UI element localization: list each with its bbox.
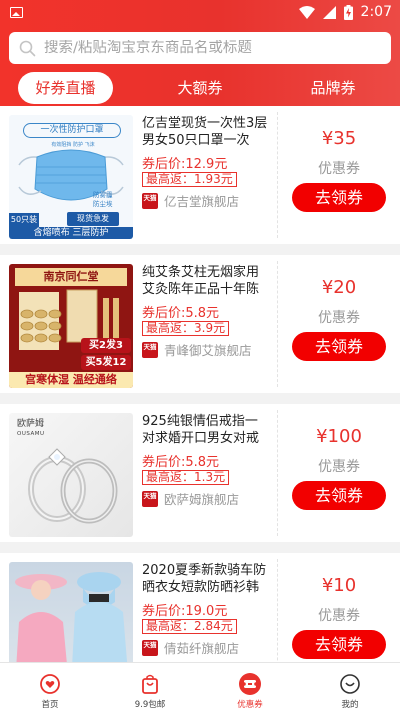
thumb-tag-antidust: 防尘埃 <box>93 200 113 208</box>
product-image: 南京同仁堂 买2发3 买5发12 宫寒体湿 温经通络 <box>9 264 133 388</box>
battery-charging-icon <box>343 4 353 20</box>
gallery-notification-icon <box>10 6 23 18</box>
nav-home[interactable]: 首页 <box>0 663 100 711</box>
coupon-label: 优惠券 <box>318 608 360 624</box>
tab-brand-coupon[interactable]: 品牌券 <box>283 72 383 104</box>
thumb-banner: 一次性防护口罩 <box>23 123 121 138</box>
tmall-icon: 天猫 <box>142 192 158 209</box>
coupon-label: 优惠券 <box>318 161 360 177</box>
shop-name: 青峰御艾旗舰店 <box>164 343 252 358</box>
nav-home-label: 首页 <box>41 700 59 710</box>
wifi-icon <box>298 5 315 19</box>
tab-hot-live[interactable]: 好券直播 <box>18 72 113 104</box>
search-bar[interactable] <box>9 32 391 64</box>
coupon-label: 优惠券 <box>318 459 360 475</box>
product-card[interactable]: 欧萨姆 OUSAMU 925纯银情侣戒指一对求婚开口男女对戒日... 券后价:5… <box>0 404 400 542</box>
promo-badge-1: 买2发3 <box>81 338 131 353</box>
coupon-price: 券后价:5.8元 <box>142 306 220 321</box>
coupon-amount: ¥10 <box>321 575 357 596</box>
product-card[interactable]: 南京同仁堂 买2发3 买5发12 宫寒体湿 温经通络 纯艾条艾柱无烟家用艾灸陈年… <box>0 255 400 393</box>
tmall-icon: 天猫 <box>142 341 158 358</box>
status-bar: 2:07 <box>0 0 400 24</box>
get-coupon-button[interactable]: 去领券 <box>292 630 386 659</box>
product-card[interactable]: 一次性防护口罩 有效阻挡 防护 飞沫 防雾霾 防尘埃 50只装 现货急发 含熔喷… <box>0 106 400 244</box>
shop-info[interactable]: 天猫 青峰御艾旗舰店 <box>142 340 252 359</box>
brand-name-en: OUSAMU <box>17 431 45 437</box>
product-title: 纯艾条艾柱无烟家用艾灸陈年正品十年陈艾... <box>142 265 260 297</box>
nav-profile-label: 我的 <box>341 700 359 710</box>
product-title: 925纯银情侣戒指一对求婚开口男女对戒日... <box>142 414 260 446</box>
max-rebate: 最高返：1.3元 <box>142 470 230 485</box>
max-rebate: 最高返：3.9元 <box>142 321 230 336</box>
nav-coupons[interactable]: 优惠券 <box>200 663 300 711</box>
rings-illustration <box>28 448 118 524</box>
thumb-footer: 宫寒体湿 温经通络 <box>9 372 133 388</box>
shop-info[interactable]: 天猫 欧萨姆旗舰店 <box>142 489 239 508</box>
product-image: 欧萨姆 OUSAMU <box>9 413 133 537</box>
promo-badge-2: 买5发12 <box>81 355 131 370</box>
tab-bar: 好券直播 大额券 品牌券 <box>0 72 400 104</box>
product-title: 2020夏季新款骑车防晒衣女短款防晒衫韩版... <box>142 563 267 595</box>
coupon-price: 券后价:5.8元 <box>142 455 220 470</box>
shop-info[interactable]: 天猫 倩茹纤旗舰店 <box>142 638 239 657</box>
coupon-amount: ¥35 <box>321 128 357 149</box>
thumb-corner-badge: 50只装 <box>9 213 39 227</box>
bag-icon <box>142 674 158 694</box>
nav-coupons-label: 优惠券 <box>237 700 263 710</box>
get-coupon-button[interactable]: 去领券 <box>292 481 386 510</box>
profile-icon <box>340 674 360 694</box>
clock-time: 2:07 <box>360 4 392 20</box>
brand-name-cn: 欧萨姆 <box>17 419 45 429</box>
search-icon <box>19 40 36 56</box>
get-coupon-button[interactable]: 去领券 <box>292 183 386 212</box>
signal-icon <box>322 5 336 19</box>
product-image: 一次性防护口罩 有效阻挡 防护 飞沫 防雾霾 防尘埃 50只装 现货急发 含熔喷… <box>9 115 133 239</box>
coupon-icon <box>239 673 261 695</box>
search-input[interactable] <box>44 40 374 56</box>
nav-profile[interactable]: 我的 <box>300 663 400 711</box>
coupon-amount: ¥20 <box>321 277 357 298</box>
shop-info[interactable]: 天猫 亿吉堂旗舰店 <box>142 191 239 210</box>
shop-name: 倩茹纤旗舰店 <box>164 641 240 656</box>
nav-free-shipping-label: 9.9包邮 <box>134 700 166 710</box>
shop-name: 欧萨姆旗舰店 <box>164 492 240 507</box>
thumb-tag-antihaze: 防雾霾 <box>93 191 113 199</box>
max-rebate: 最高返：1.93元 <box>142 172 237 187</box>
tmall-icon: 天猫 <box>142 490 158 507</box>
coupon-label: 优惠券 <box>318 310 360 326</box>
header: 2:07 好券直播 大额券 品牌券 <box>0 0 400 106</box>
nav-free-shipping[interactable]: 9.9包邮 <box>100 663 200 711</box>
thumb-banner: 南京同仁堂 <box>15 268 127 286</box>
thumb-footer: 含熔喷布 三层防护 <box>9 227 133 239</box>
coupon-price: 券后价:19.0元 <box>142 604 228 619</box>
get-coupon-button[interactable]: 去领券 <box>292 332 386 361</box>
max-rebate: 最高返：2.84元 <box>142 619 237 634</box>
bottom-navigation: 首页 9.9包邮 优惠券 我的 <box>0 662 400 711</box>
thumb-ship-badge: 现货急发 <box>67 212 119 226</box>
coupon-amount: ¥100 <box>316 426 362 447</box>
home-icon <box>40 674 60 694</box>
shop-name: 亿吉堂旗舰店 <box>164 194 240 209</box>
product-title: 亿吉堂现货一次性3层男女50只口罩一次性... <box>142 116 268 148</box>
tmall-icon: 天猫 <box>142 639 158 656</box>
coupon-price: 券后价:12.9元 <box>142 157 228 172</box>
tab-big-coupon[interactable]: 大额券 <box>150 72 250 104</box>
